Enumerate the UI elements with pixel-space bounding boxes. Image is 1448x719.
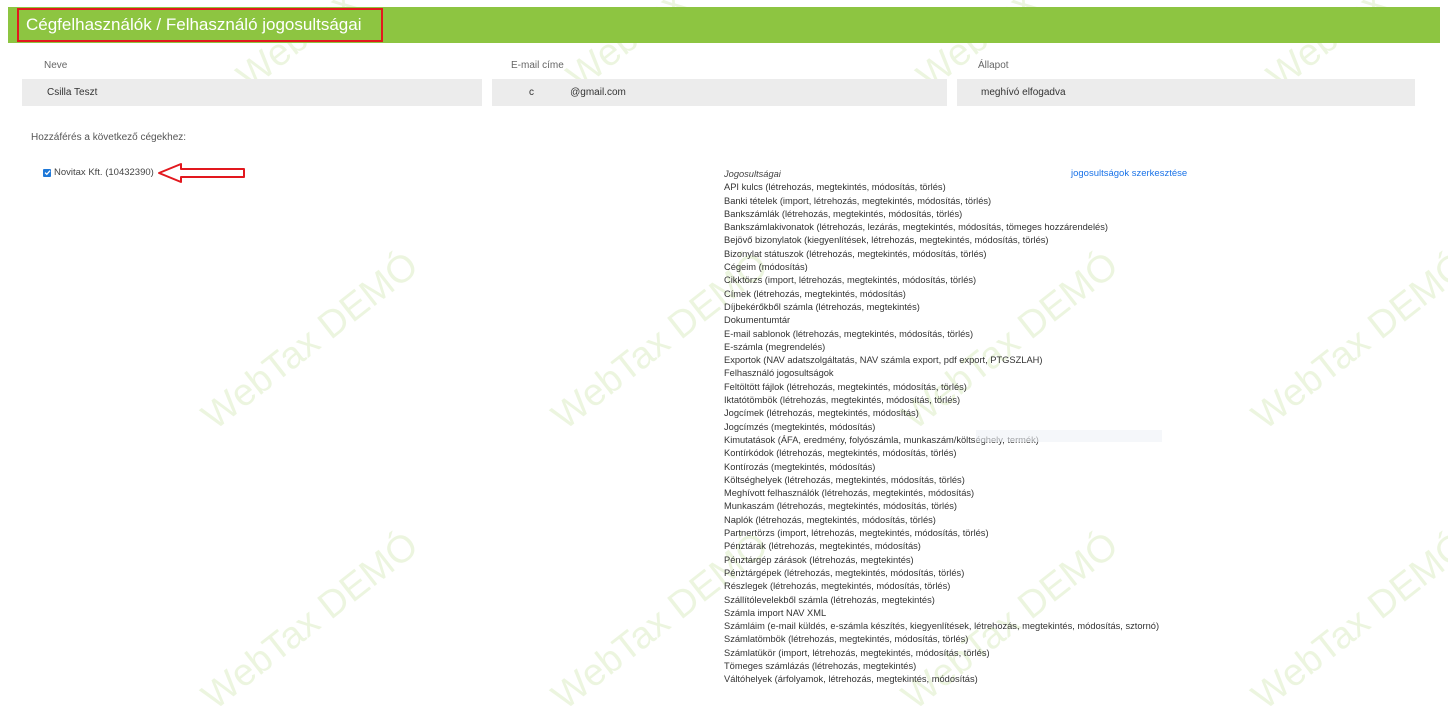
permission-item: Díjbekérőkből számla (létrehozás, megtek… bbox=[724, 301, 920, 312]
permission-item: Számlatükör (import, létrehozás, megteki… bbox=[724, 647, 990, 658]
permission-item: Banki tételek (import, létrehozás, megte… bbox=[724, 195, 992, 206]
permission-item: Dokumentumtár bbox=[724, 315, 791, 326]
company-checkbox-row[interactable]: Novitax Kft. (10432390) bbox=[43, 167, 154, 178]
watermark: WebTax DEMÓ bbox=[1244, 244, 1448, 439]
permission-item: E-számla (megrendelés) bbox=[724, 341, 826, 352]
name-field: Csilla Teszt bbox=[22, 79, 482, 106]
permission-item: Címek (létrehozás, megtekintés, módosítá… bbox=[724, 288, 906, 299]
permission-item: Iktatótömbök (létrehozás, megtekintés, m… bbox=[724, 395, 961, 406]
status-field: meghívó elfogadva bbox=[957, 79, 1415, 106]
permission-item: Bankszámlakivonatok (létrehozás, lezárás… bbox=[724, 222, 1108, 233]
faded-overlay bbox=[976, 430, 1162, 442]
permission-item: Pénztárgép zárások (létrehozás, megtekin… bbox=[724, 554, 914, 565]
permission-item: Kontírozás (megtekintés, módosítás) bbox=[724, 461, 876, 472]
permission-item: E-mail sablonok (létrehozás, megtekintés… bbox=[724, 328, 974, 339]
permission-item: Részlegek (létrehozás, megtekintés, módo… bbox=[724, 581, 951, 592]
permission-item: API kulcs (létrehozás, megtekintés, módo… bbox=[724, 182, 946, 193]
checkbox-checked-icon[interactable] bbox=[43, 168, 51, 177]
status-label: Állapot bbox=[978, 60, 1009, 71]
permission-item: Váltóhelyek (árfolyamok, létrehozás, meg… bbox=[724, 674, 978, 685]
permission-item: Számla import NAV XML bbox=[724, 607, 827, 618]
watermark: WebTax DEMÓ bbox=[194, 244, 427, 439]
permission-item: Jogcímek (létrehozás, megtekintés, módos… bbox=[724, 408, 919, 419]
watermark: WebTax DEMÓ bbox=[194, 524, 427, 719]
permission-item: Számlatömbök (létrehozás, megtekintés, m… bbox=[724, 634, 969, 645]
access-heading: Hozzáférés a következő cégekhez: bbox=[31, 132, 187, 143]
name-label: Neve bbox=[44, 60, 68, 71]
permission-item: Bejövő bizonylatok (kiegyenlítések, létr… bbox=[724, 235, 1049, 246]
permission-item: Kontírkódok (létrehozás, megtekintés, mó… bbox=[724, 448, 957, 459]
red-arrow-annotation bbox=[158, 163, 245, 183]
permission-item: Feltöltött fájlok (létrehozás, megtekint… bbox=[724, 381, 967, 392]
permission-item: Pénztárgépek (létrehozás, megtekintés, m… bbox=[724, 567, 965, 578]
page-title: Cégfelhasználók / Felhasználó jogosultsá… bbox=[17, 8, 383, 42]
permission-item: Partnertörzs (import, létrehozás, megtek… bbox=[724, 528, 989, 539]
permission-item: Pénztárak (létrehozás, megtekintés, módo… bbox=[724, 541, 921, 552]
permission-item: Exportok (NAV adatszolgáltatás, NAV szám… bbox=[724, 355, 1043, 366]
permission-item: Cikktörzs (import, létrehozás, megtekint… bbox=[724, 275, 977, 286]
edit-permissions-link[interactable]: jogosultságok szerkesztése bbox=[1071, 168, 1187, 179]
permission-item: Költséghelyek (létrehozás, megtekintés, … bbox=[724, 474, 965, 485]
permission-item: Naplók (létrehozás, megtekintés, módosít… bbox=[724, 514, 936, 525]
permission-item: Bizonylat státuszok (létrehozás, megteki… bbox=[724, 248, 987, 259]
permission-item: Felhasználó jogosultságok bbox=[724, 368, 834, 379]
permission-item: Szállítólevelekből számla (létrehozás, m… bbox=[724, 594, 935, 605]
company-label: Novitax Kft. (10432390) bbox=[54, 167, 154, 178]
email-label: E-mail címe bbox=[511, 60, 564, 71]
permission-item: Tömeges számlázás (létrehozás, megtekint… bbox=[724, 660, 917, 671]
email-field: c @gmail.com bbox=[492, 79, 947, 106]
watermark: WebTax DEMÓ bbox=[1244, 524, 1448, 719]
permission-item: Meghívott felhasználók (létrehozás, megt… bbox=[724, 488, 975, 499]
permission-item: Cégeim (módosítás) bbox=[724, 262, 808, 273]
permissions-list: Jogosultságai API kulcs (létrehozás, meg… bbox=[724, 168, 1159, 687]
permission-item: Munkaszám (létrehozás, megtekintés, módo… bbox=[724, 501, 958, 512]
permission-item: Bankszámlák (létrehozás, megtekintés, mó… bbox=[724, 208, 963, 219]
permission-item: Számláim (e-mail küldés, e-számla készít… bbox=[724, 621, 1160, 632]
